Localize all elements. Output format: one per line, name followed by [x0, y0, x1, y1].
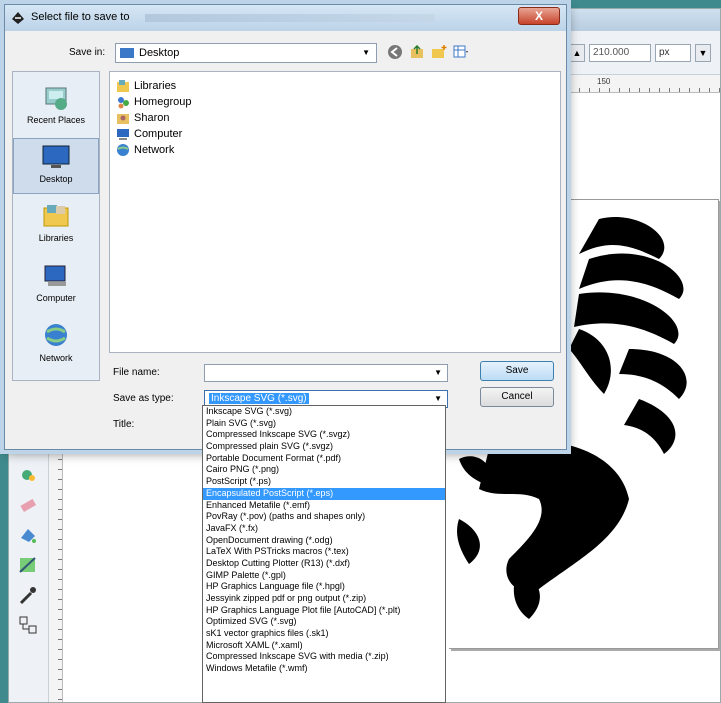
- spray-tool-icon[interactable]: [17, 464, 39, 486]
- chevron-down-icon[interactable]: ▼: [434, 394, 442, 403]
- up-folder-icon[interactable]: [409, 44, 425, 60]
- file-type-option[interactable]: Cairo PNG (*.png): [203, 464, 445, 476]
- file-type-option[interactable]: Compressed Inkscape SVG (*.svgz): [203, 429, 445, 441]
- libraries-icon: [117, 80, 129, 92]
- list-item[interactable]: Sharon: [116, 110, 169, 126]
- ruler-label: 150: [597, 77, 611, 86]
- place-network[interactable]: Network: [13, 318, 99, 374]
- connector-tool-icon[interactable]: [17, 614, 39, 636]
- close-button[interactable]: X: [518, 7, 560, 25]
- save-dialog: Select file to save to X Save in: Deskto…: [4, 4, 567, 450]
- file-type-option[interactable]: HP Graphics Language Plot file [AutoCAD]…: [203, 605, 445, 617]
- libraries-icon: [43, 205, 69, 227]
- file-type-option[interactable]: sK1 vector graphics files (.sk1): [203, 628, 445, 640]
- file-type-option[interactable]: OpenDocument drawing (*.odg): [203, 535, 445, 547]
- toolbox: [9, 439, 49, 702]
- navigation-icons: [387, 44, 469, 60]
- file-type-option[interactable]: Portable Document Format (*.pdf): [203, 453, 445, 465]
- paint-bucket-icon[interactable]: [17, 524, 39, 546]
- places-bar: Recent Places Desktop Libraries Computer…: [12, 71, 100, 381]
- file-type-option[interactable]: HP Graphics Language file (*.hpgl): [203, 581, 445, 593]
- computer-icon: [44, 265, 66, 286]
- file-type-option[interactable]: PovRay (*.pov) (paths and shapes only): [203, 511, 445, 523]
- save-in-select[interactable]: Desktop ▼: [115, 43, 377, 63]
- file-name-input[interactable]: ▼: [204, 364, 448, 382]
- place-computer[interactable]: Computer: [13, 258, 99, 314]
- view-menu-icon[interactable]: [453, 44, 469, 60]
- file-name-label: File name:: [113, 367, 160, 378]
- place-desktop[interactable]: Desktop: [13, 138, 99, 194]
- save-button[interactable]: Save: [480, 361, 554, 381]
- titlebar-blur: [145, 14, 435, 22]
- dialog-title: Select file to save to: [31, 11, 130, 23]
- file-type-option[interactable]: JavaFX (*.fx): [203, 523, 445, 535]
- save-as-type-value: Inkscape SVG (*.svg): [209, 393, 309, 404]
- save-in-value: Desktop: [139, 47, 180, 59]
- dimension-controls: ▲ 210.000 px ▼: [569, 43, 711, 63]
- file-type-dropdown[interactable]: Inkscape SVG (*.svg) Plain SVG (*.svg) Com…: [202, 405, 446, 703]
- list-item[interactable]: Network: [116, 142, 174, 158]
- title-label: Title:: [113, 419, 135, 430]
- network-icon: [117, 144, 129, 156]
- file-type-option[interactable]: Compressed plain SVG (*.svgz): [203, 441, 445, 453]
- file-type-option[interactable]: GIMP Palette (*.gpl): [203, 570, 445, 582]
- place-label: Computer: [36, 293, 76, 303]
- place-label: Libraries: [38, 233, 74, 243]
- vertical-ruler: [49, 439, 63, 702]
- computer-icon: [117, 129, 129, 140]
- horizontal-ruler: 150: [569, 75, 720, 93]
- file-type-option[interactable]: Microsoft XAML (*.xaml): [203, 640, 445, 652]
- gradient-tool-icon[interactable]: [17, 554, 39, 576]
- file-type-option[interactable]: LaTeX With PSTricks macros (*.tex): [203, 546, 445, 558]
- place-label: Network: [39, 353, 73, 363]
- file-type-option[interactable]: Encapsulated PostScript (*.eps): [203, 487, 445, 500]
- place-libraries[interactable]: Libraries: [13, 198, 99, 254]
- recent-places-icon: [45, 87, 67, 110]
- dialog-titlebar[interactable]: Select file to save to X: [5, 5, 566, 31]
- eraser-tool-icon[interactable]: [17, 494, 39, 516]
- width-input[interactable]: 210.000: [589, 44, 651, 62]
- file-type-option[interactable]: Plain SVG (*.svg): [203, 418, 445, 430]
- file-type-option[interactable]: Jessyink zipped pdf or png output (*.zip…: [203, 593, 445, 605]
- list-item[interactable]: Libraries: [116, 78, 176, 94]
- list-item[interactable]: Computer: [116, 126, 182, 142]
- place-label: Desktop: [39, 174, 73, 184]
- chevron-down-icon[interactable]: ▼: [434, 368, 442, 377]
- cancel-button[interactable]: Cancel: [480, 387, 554, 407]
- new-folder-icon[interactable]: [431, 44, 447, 60]
- lock-icon[interactable]: ▲: [569, 44, 585, 62]
- list-item[interactable]: Homegroup: [116, 94, 191, 110]
- dropper-tool-icon[interactable]: [17, 584, 39, 606]
- place-label: Recent Places: [26, 115, 86, 125]
- file-type-option[interactable]: Inkscape SVG (*.svg): [203, 406, 445, 418]
- network-globe-icon: [45, 324, 67, 346]
- file-list[interactable]: Libraries Homegroup Sharon Computer Netw…: [109, 71, 561, 353]
- desktop-folder-icon: [120, 48, 134, 58]
- file-type-option[interactable]: Desktop Cutting Plotter (R13) (*.dxf): [203, 558, 445, 570]
- save-as-type-label: Save as type:: [113, 393, 174, 404]
- file-type-option[interactable]: Compressed Inkscape SVG with media (*.zi…: [203, 651, 445, 663]
- unit-dropdown-icon[interactable]: ▼: [695, 44, 711, 62]
- unit-select[interactable]: px: [655, 44, 691, 62]
- file-type-option[interactable]: Enhanced Metafile (*.emf): [203, 500, 445, 512]
- back-icon[interactable]: [387, 44, 403, 60]
- file-type-option[interactable]: Windows Metafile (*.wmf): [203, 663, 445, 675]
- user-folder-icon: [117, 114, 129, 124]
- desktop-icon: [42, 145, 70, 168]
- place-recent-places[interactable]: Recent Places: [13, 80, 99, 136]
- inkscape-logo-icon: [12, 12, 24, 24]
- file-type-option[interactable]: Optimized SVG (*.svg): [203, 616, 445, 628]
- homegroup-icon: [118, 97, 129, 109]
- save-in-label: Save in:: [69, 47, 106, 58]
- file-type-option[interactable]: PostScript (*.ps): [203, 476, 445, 488]
- chevron-down-icon: ▼: [362, 48, 370, 57]
